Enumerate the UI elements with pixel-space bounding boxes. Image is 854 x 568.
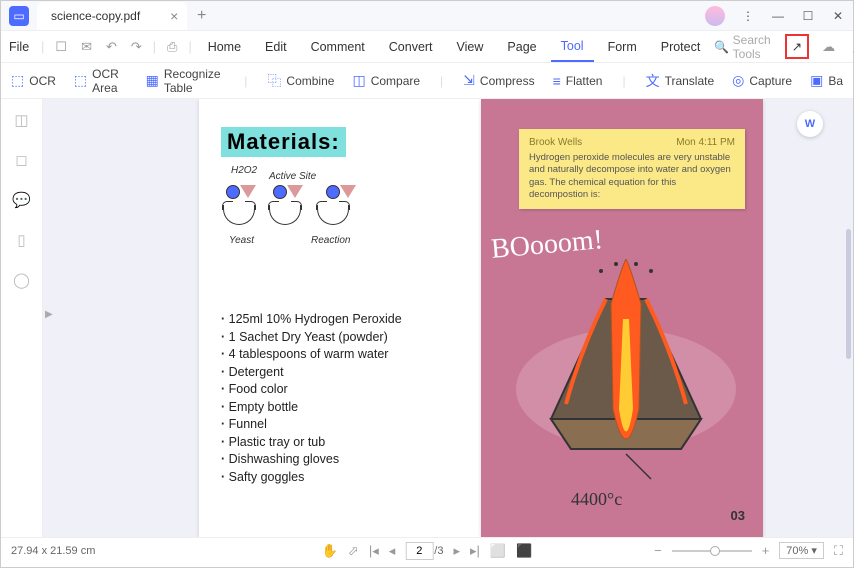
tab-home[interactable]: Home <box>198 40 251 54</box>
cloud-icon[interactable]: ☁ <box>817 39 840 55</box>
compare-icon: ◫ <box>352 72 365 89</box>
mail-icon[interactable]: ✉ <box>76 39 97 55</box>
scrollbar[interactable] <box>846 229 851 359</box>
share-button[interactable]: ↗ <box>785 34 809 59</box>
page-dimensions: 27.94 x 21.59 cm <box>11 545 95 557</box>
temperature-label: 4400°c <box>571 489 622 510</box>
zoom-slider[interactable] <box>672 550 752 552</box>
search-tools[interactable]: 🔍 Search Tools <box>714 33 770 61</box>
select-tool-icon[interactable]: ⬀ <box>348 543 359 559</box>
add-tab-button[interactable]: + <box>197 7 206 25</box>
ocr-button[interactable]: ⬚OCR <box>11 72 56 89</box>
tab-tool[interactable]: Tool <box>551 31 594 62</box>
ocr-area-button[interactable]: ⬚OCR Area <box>74 67 128 95</box>
flatten-button[interactable]: ≡Flatten <box>553 73 603 89</box>
attachment-panel-icon[interactable]: ▯ <box>17 231 25 249</box>
tab-page[interactable]: Page <box>497 40 546 54</box>
ocr-icon: ⬚ <box>11 72 24 89</box>
tab-protect[interactable]: Protect <box>651 40 711 54</box>
page-number: 03 <box>731 508 745 523</box>
file-menu[interactable]: File <box>9 40 29 54</box>
tab-title: science-copy.pdf <box>51 9 140 23</box>
search-panel-icon[interactable]: ◯ <box>13 271 30 289</box>
materials-heading: Materials: <box>221 127 346 157</box>
redo-icon[interactable]: ↷ <box>126 39 147 55</box>
maximize-button[interactable]: ☐ <box>793 2 823 30</box>
batch-button[interactable]: ▣Ba <box>810 72 843 89</box>
minimize-button[interactable]: — <box>763 2 793 30</box>
tab-comment[interactable]: Comment <box>301 40 375 54</box>
tab-form[interactable]: Form <box>598 40 647 54</box>
translate-icon: 文 <box>646 71 660 91</box>
tab-edit[interactable]: Edit <box>255 40 297 54</box>
search-placeholder: Search Tools <box>733 33 771 61</box>
document-viewport[interactable]: ▶ W Materials: H2O2 Active Site Yeast Re… <box>43 99 853 537</box>
save-icon[interactable]: ☐ <box>50 39 72 55</box>
undo-icon[interactable]: ↶ <box>101 39 122 55</box>
print-icon[interactable]: ⎙ <box>162 39 182 55</box>
note-body: Hydrogen peroxide molecules are very uns… <box>529 152 735 201</box>
translate-button[interactable]: 文Translate <box>646 71 715 91</box>
user-avatar[interactable] <box>705 6 725 26</box>
first-page-icon[interactable]: |◂ <box>369 543 379 559</box>
last-page-icon[interactable]: ▸| <box>470 543 480 559</box>
reaction-diagram: H2O2 Active Site Yeast Reaction <box>221 171 481 271</box>
page-right: Brook Wells Mon 4:11 PM Hydrogen peroxid… <box>481 99 763 537</box>
expand-sidebar-icon[interactable]: ▶ <box>45 309 53 320</box>
compress-button[interactable]: ⇲Compress <box>463 72 534 89</box>
fullscreen-icon[interactable]: ⛶ <box>834 543 843 559</box>
tab-view[interactable]: View <box>447 40 494 54</box>
table-icon: ▦ <box>146 72 159 89</box>
collapse-icon[interactable]: △ <box>848 39 854 55</box>
capture-button[interactable]: ◎Capture <box>732 72 792 89</box>
page-input[interactable] <box>405 542 433 560</box>
document-tab[interactable]: science-copy.pdf × <box>37 2 187 30</box>
prev-page-icon[interactable]: ◂ <box>389 543 396 559</box>
fit-page-icon[interactable]: ⬛ <box>516 543 532 559</box>
next-page-icon[interactable]: ▸ <box>453 543 460 559</box>
sticky-note[interactable]: Brook Wells Mon 4:11 PM Hydrogen peroxid… <box>519 129 745 209</box>
tab-convert[interactable]: Convert <box>379 40 443 54</box>
materials-list: 125ml 10% Hydrogen Peroxide 1 Sachet Dry… <box>221 311 481 486</box>
note-author: Brook Wells <box>529 137 582 148</box>
fit-width-icon[interactable]: ⬜ <box>490 543 506 559</box>
compress-icon: ⇲ <box>463 72 475 89</box>
page-left: Materials: H2O2 Active Site Yeast Reacti… <box>199 99 481 537</box>
kebab-icon[interactable]: ⋮ <box>733 2 763 30</box>
ocr-area-icon: ⬚ <box>74 72 87 89</box>
volcano-illustration <box>511 259 741 489</box>
camera-icon: ◎ <box>732 72 744 89</box>
search-icon: 🔍 <box>714 40 729 54</box>
combine-icon: ⿻ <box>267 71 281 91</box>
zoom-out-icon[interactable]: − <box>654 543 662 558</box>
recognize-table-button[interactable]: ▦Recognize Table <box>146 67 225 95</box>
zoom-in-icon[interactable]: + <box>762 543 770 558</box>
note-time: Mon 4:11 PM <box>676 137 735 148</box>
comment-panel-icon[interactable]: 💬 <box>12 191 31 209</box>
export-word-badge[interactable]: W <box>797 111 823 137</box>
close-tab-icon[interactable]: × <box>170 8 178 24</box>
zoom-value[interactable]: 70% ▾ <box>779 542 824 559</box>
flatten-icon: ≡ <box>553 73 561 89</box>
close-button[interactable]: ✕ <box>823 2 853 30</box>
bookmark-panel-icon[interactable]: ◻ <box>15 151 27 169</box>
compare-button[interactable]: ◫Compare <box>352 72 420 89</box>
app-icon: ▭ <box>9 6 29 26</box>
hand-tool-icon[interactable]: ✋ <box>322 543 338 559</box>
combine-button[interactable]: ⿻Combine <box>267 71 334 91</box>
thumbnail-panel-icon[interactable]: ◫ <box>14 111 28 129</box>
batch-icon: ▣ <box>810 72 823 89</box>
